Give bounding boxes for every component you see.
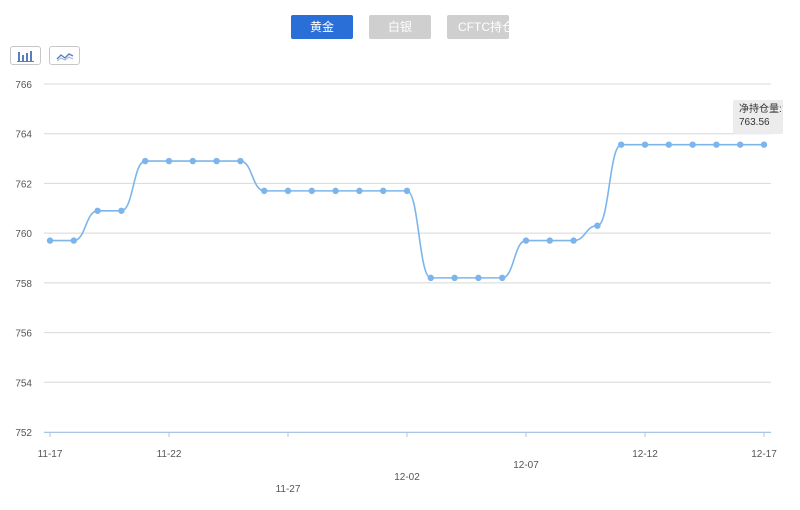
data-point [403, 187, 411, 195]
y-tick-label: 764 [15, 130, 32, 141]
y-tick-label: 762 [15, 179, 32, 190]
data-point [618, 141, 625, 148]
x-tick-label: 12-02 [394, 472, 420, 483]
axes: 752 754 756 758 760 762 764 766 11-17 11-22 11-27 1… [15, 80, 777, 495]
data-point [356, 187, 363, 195]
data-point [713, 141, 720, 148]
grid-lines [44, 83, 771, 433]
data-point [380, 187, 387, 195]
data-point [427, 274, 434, 282]
y-tick-label: 766 [15, 80, 32, 91]
y-tick-label: 760 [15, 229, 32, 240]
data-point [261, 187, 268, 195]
tab-gold-etf[interactable]: 黄金ETF [291, 15, 353, 58]
data-point [308, 187, 315, 195]
data-point [70, 237, 78, 244]
data-point [737, 141, 744, 148]
data-point [284, 187, 292, 195]
data-point [522, 237, 530, 244]
bar-chart-icon [16, 50, 34, 62]
data-point [118, 207, 125, 214]
data-point [546, 237, 553, 244]
x-tick-label: 12-17 [751, 449, 777, 460]
tab-silver-etf[interactable]: 白银ETF [369, 15, 431, 58]
line-chart-toggle-button[interactable] [49, 46, 80, 65]
data-point [475, 274, 482, 282]
data-point [760, 141, 768, 148]
bar-chart-toggle-button[interactable] [10, 46, 41, 65]
y-tick-label: 756 [15, 329, 32, 340]
y-tick-label: 754 [15, 378, 32, 389]
data-point [237, 157, 244, 165]
tooltip-label: 净持仓量: [739, 104, 782, 115]
chart-type-toggles [10, 46, 80, 65]
data-point [641, 141, 649, 148]
x-tick-label: 12-12 [632, 449, 658, 460]
data-point [213, 157, 220, 165]
y-tick-label: 758 [15, 279, 32, 290]
x-tick-label: 11-22 [157, 449, 182, 460]
data-point [570, 237, 577, 244]
data-point [594, 222, 601, 229]
data-point [142, 157, 149, 165]
x-tick-label: 12-07 [513, 460, 539, 471]
data-point [689, 141, 696, 148]
line-chart: 752 754 756 758 760 762 764 766 11-17 11-22 11-27 1… [15, 80, 777, 495]
tab-bar: 黄金ETF 白银ETF CFTC持仓 [0, 15, 800, 58]
line-chart-icon [56, 52, 73, 61]
data-point [451, 274, 458, 282]
tooltip-value: 763.56 [739, 117, 770, 128]
data-point [499, 274, 506, 282]
y-tick-label: 752 [15, 428, 32, 439]
series-layer [46, 141, 768, 282]
series-line [50, 143, 764, 279]
data-point [94, 207, 101, 214]
x-tick-label: 11-27 [276, 484, 301, 495]
point-tooltip: 净持仓量: 763.56 [733, 100, 783, 134]
data-point [46, 237, 54, 244]
data-point [189, 157, 196, 165]
data-point [332, 187, 339, 195]
tab-cftc-position[interactable]: CFTC持仓 [447, 15, 514, 39]
data-point [665, 141, 672, 148]
x-tick-label: 11-17 [38, 449, 63, 460]
data-point [165, 157, 173, 165]
